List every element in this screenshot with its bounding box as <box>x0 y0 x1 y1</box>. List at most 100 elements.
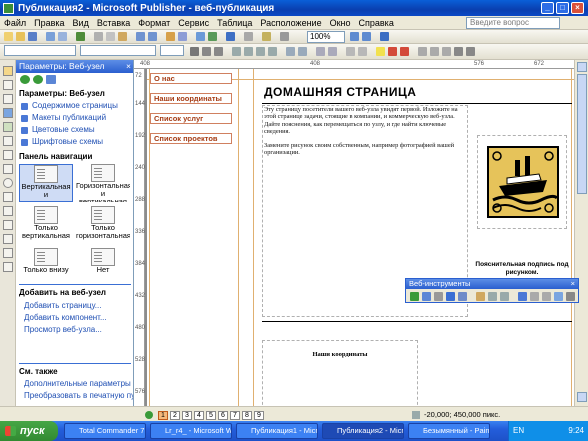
scroll-thumb[interactable] <box>577 74 587 194</box>
menu-window[interactable]: Окно <box>326 18 355 28</box>
font-select[interactable] <box>80 45 156 56</box>
taskbar-item-paint[interactable]: Безымянный - Paint <box>408 423 490 439</box>
taskbar-item-total-commander[interactable]: Total Commander 7... <box>64 423 146 439</box>
link-preview-site[interactable]: Просмотр веб-узла... <box>24 325 102 334</box>
web-page-options-icon[interactable] <box>500 292 509 301</box>
send-back-icon[interactable] <box>178 32 187 41</box>
fill-color-icon[interactable] <box>376 47 385 56</box>
arrow-style-icon[interactable] <box>442 47 451 56</box>
font-size-down-icon[interactable] <box>358 47 367 56</box>
taskbar-item-publication2[interactable]: Публикация2 - Micr... <box>322 423 404 439</box>
nav-button-about[interactable]: О нас <box>150 73 232 84</box>
web-tools-close-icon[interactable]: × <box>571 279 575 289</box>
format-painter-icon[interactable] <box>262 32 271 41</box>
text-flow-icon[interactable] <box>530 292 539 301</box>
font-size-select[interactable] <box>160 45 184 56</box>
insert-picture-icon[interactable] <box>208 32 217 41</box>
design-gallery-tool-icon[interactable] <box>3 262 13 272</box>
columns-icon[interactable] <box>244 32 253 41</box>
document-canvas[interactable]: О нас Наши координаты Список услуг Списо… <box>145 69 574 406</box>
link-add-component[interactable]: Добавить компонент... <box>24 313 107 322</box>
link-more-site-options[interactable]: Дополнительные параметры веб-узла <box>24 379 133 388</box>
task-pane-close-icon[interactable]: × <box>126 60 131 73</box>
numbering-icon[interactable] <box>286 47 295 56</box>
menu-tools[interactable]: Сервис <box>174 18 213 28</box>
help-search-input[interactable]: Введите вопрос <box>466 17 560 29</box>
hyperlink-icon[interactable] <box>226 32 235 41</box>
help-icon[interactable] <box>380 32 389 41</box>
taskbar-item-word[interactable]: Lr_r4_ - Microsoft W... <box>150 423 232 439</box>
form-control-tool-icon[interactable] <box>3 234 13 244</box>
undo-icon[interactable] <box>136 32 145 41</box>
nav-option-horizontal-vertical[interactable]: Горизонтальная и вертикальная <box>76 164 130 202</box>
pilcrow-icon[interactable] <box>280 32 289 41</box>
home-icon[interactable] <box>46 75 56 84</box>
menu-help[interactable]: Справка <box>355 18 398 28</box>
clock[interactable]: 9:24 <box>568 426 584 435</box>
page-tab-1[interactable]: 1 <box>158 411 168 420</box>
page-tab-3[interactable]: 3 <box>182 411 192 420</box>
page-tab-9[interactable]: 9 <box>254 411 264 420</box>
html-fragment-tool-icon[interactable] <box>3 248 13 258</box>
nav-button-projects[interactable]: Список проектов <box>150 133 232 144</box>
link-convert-to-print[interactable]: Преобразовать в печатную публикацию <box>24 391 133 400</box>
line-style-icon[interactable] <box>418 47 427 56</box>
arrow-tool-icon[interactable] <box>3 164 13 174</box>
bold-icon[interactable] <box>190 47 199 56</box>
preview-icon[interactable] <box>58 32 67 41</box>
open-icon[interactable] <box>16 32 25 41</box>
picture-frame[interactable] <box>477 135 567 229</box>
picture-caption[interactable]: Пояснительная подпись под рисунком. <box>474 261 570 277</box>
maximize-button[interactable]: □ <box>556 2 569 14</box>
link-add-page[interactable]: Добавить страницу... <box>24 301 101 310</box>
page-tab-7[interactable]: 7 <box>230 411 240 420</box>
contacts-frame[interactable]: Наши координаты <box>262 340 418 406</box>
hotspot-tool-icon[interactable] <box>3 220 13 230</box>
paste-icon[interactable] <box>118 32 127 41</box>
text-box-tool-icon[interactable] <box>3 80 13 90</box>
start-button[interactable]: пуск <box>0 421 58 441</box>
align-center-icon[interactable] <box>244 47 253 56</box>
new-icon[interactable] <box>4 32 13 41</box>
page-tab-2[interactable]: 2 <box>170 411 180 420</box>
font-color-icon[interactable] <box>400 47 409 56</box>
bring-front-icon[interactable] <box>166 32 175 41</box>
scroll-down-icon[interactable] <box>577 392 587 402</box>
picture-tool-icon[interactable] <box>3 122 13 132</box>
minimize-button[interactable]: _ <box>541 2 554 14</box>
page-tab-5[interactable]: 5 <box>206 411 216 420</box>
menu-arrange[interactable]: Расположение <box>256 18 325 28</box>
web-page[interactable]: О нас Наши координаты Список услуг Списо… <box>147 69 574 406</box>
dash-style-icon[interactable] <box>430 47 439 56</box>
hotspot-icon[interactable] <box>422 292 431 301</box>
back-icon[interactable] <box>20 75 30 84</box>
web-preview-icon[interactable] <box>410 292 419 301</box>
web-tools-toolbar[interactable]: Веб-инструменты × <box>405 278 579 303</box>
html-code-icon[interactable] <box>446 292 455 301</box>
page-tab-8[interactable]: 8 <box>242 411 252 420</box>
line-color-icon[interactable] <box>388 47 397 56</box>
link-color-schemes[interactable]: Цветовые схемы <box>19 125 95 134</box>
wordart-tool-icon[interactable] <box>3 108 13 118</box>
menu-table[interactable]: Таблица <box>213 18 256 28</box>
vertical-scrollbar[interactable] <box>574 60 588 406</box>
menu-file[interactable]: Файл <box>0 18 30 28</box>
redo-icon[interactable] <box>148 32 157 41</box>
page-tab-4[interactable]: 4 <box>194 411 204 420</box>
web-site-options-icon[interactable] <box>518 292 527 301</box>
zoom-in-icon[interactable] <box>362 32 371 41</box>
horizontal-ruler[interactable]: 408 408 576 672 <box>134 60 574 69</box>
more-buttons-icon[interactable] <box>566 292 575 301</box>
3d-style-icon[interactable] <box>466 47 475 56</box>
nav-button-services[interactable]: Список услуг <box>150 113 232 124</box>
vertical-ruler[interactable]: 72 144 192 240 288 336 384 432 480 528 5… <box>134 69 145 406</box>
link-font-schemes[interactable]: Шрифтовые схемы <box>19 137 103 146</box>
table-tool-icon[interactable] <box>3 94 13 104</box>
nav-button-contacts[interactable]: Наши координаты <box>150 93 232 104</box>
copy-icon[interactable] <box>106 32 115 41</box>
link-publication-designs[interactable]: Макеты публикаций <box>19 113 106 122</box>
cut-icon[interactable] <box>94 32 103 41</box>
page-options-icon[interactable] <box>488 292 497 301</box>
background-sound-icon[interactable] <box>476 292 485 301</box>
zoom-out-icon[interactable] <box>350 32 359 41</box>
